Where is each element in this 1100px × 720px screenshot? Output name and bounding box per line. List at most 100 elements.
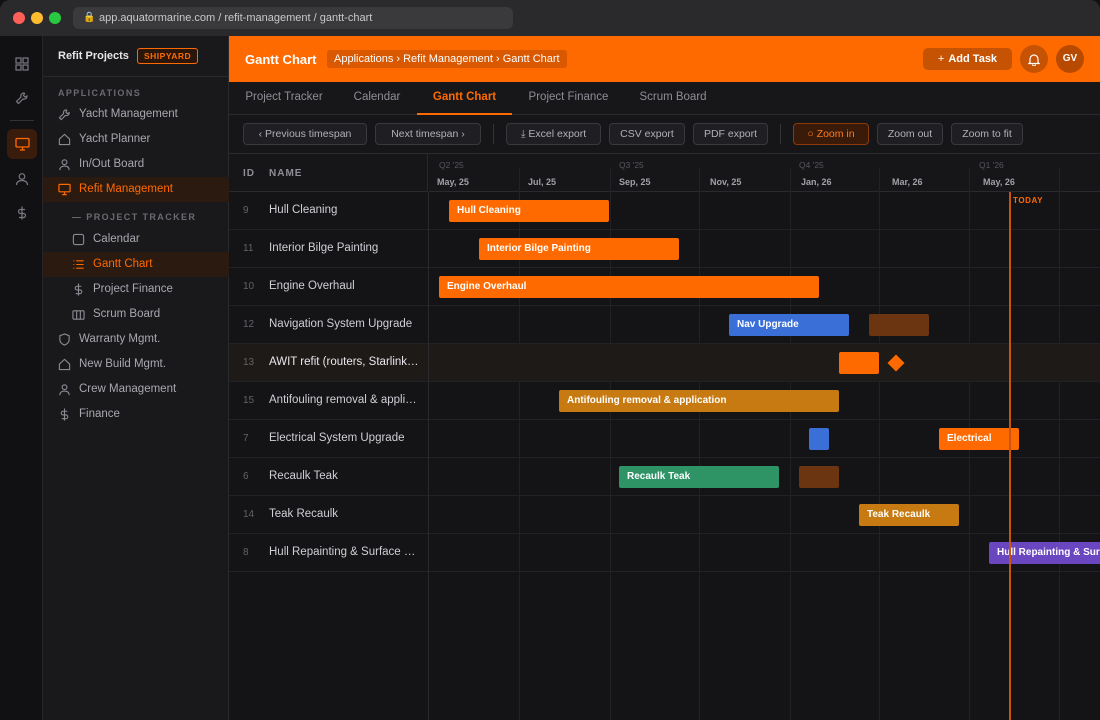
table-row[interactable]: 7 Electrical System Upgrade [229,420,428,458]
shield-icon [59,333,70,346]
sidebar-item-project-finance[interactable]: Project Finance [43,277,229,302]
sidebar-item-yacht-management[interactable]: Yacht Management [43,102,229,127]
next-timespan-label: Next timespan [391,128,459,140]
task-id: 8 [243,547,249,558]
today-label: TODAY [1013,196,1044,205]
maximize-window-button[interactable] [49,12,61,24]
sidebar-item-yacht-planner[interactable]: Yacht Planner [43,127,229,152]
task-name: Teak Recaulk [269,508,339,520]
sidebar-item-label: Crew Management [79,383,177,395]
page-header: Gantt Chart Applications › Refit Managem… [229,36,1100,82]
sidebar-item-label: In/Out Board [79,158,145,170]
tab-bar: Project Tracker Calendar Gantt Chart Pro… [229,82,1100,115]
sidebar-item-label: New Build Mgmt. [79,358,166,370]
sidebar-item-label: Finance [79,408,120,420]
app-window: 🔒 app.aquatormarine.com / refit-manageme… [0,0,1100,720]
task-bar[interactable]: Interior Bilge Painting [479,238,679,260]
task-id: 14 [243,509,255,520]
table-row[interactable]: 6 Recaulk Teak [229,458,428,496]
table-row[interactable]: 14 Teak Recaulk [229,496,428,534]
task-bar[interactable]: Nav Upgrade [729,314,849,336]
icon-rail [0,36,43,720]
zoom-in-button[interactable]: ○ Zoom in [793,123,869,145]
zoom-out-button[interactable]: Zoom out [877,123,943,145]
avatar[interactable]: GV [1056,45,1084,73]
breadcrumb[interactable]: Applications › Refit Management › Gantt … [327,50,567,68]
add-task-button[interactable]: + Add Task [923,48,1012,70]
task-bar[interactable]: Teak Recaulk [859,504,959,526]
sidebar-item-calendar[interactable]: Calendar [43,227,229,252]
timeline-header: May, 25 Jul, 25 Sep, 25 Nov, 25 Jan, 26 Mar, … [429,154,1100,192]
next-timespan-button[interactable]: Next timespan › [375,123,481,145]
sidebar-item-label: Calendar [93,233,140,245]
month-label: Sep, 25 [619,177,651,187]
task-bar[interactable]: Electrical [939,428,1019,450]
tab-calendar[interactable]: Calendar [339,82,415,115]
previous-timespan-button[interactable]: ‹ Previous timespan [243,123,367,145]
sidebar-item-label: Project Finance [93,283,173,295]
rail-grid-button[interactable] [7,49,37,79]
task-bar[interactable]: Recaulk Teak [619,466,779,488]
table-row[interactable]: 12 Navigation System Upgrade [229,306,428,344]
table-row[interactable]: 8 Hull Repainting & Surface Prep [229,534,428,572]
pdf-export-button[interactable]: PDF export [693,123,768,145]
task-name: Navigation System Upgrade [269,318,413,330]
close-window-button[interactable] [13,12,25,24]
tab-gantt-chart[interactable]: Gantt Chart [417,82,512,115]
bell-icon [1028,53,1040,66]
rail-tools-button[interactable] [7,83,37,113]
baseline-bar[interactable] [809,428,829,450]
zoom-to-fit-button[interactable]: Zoom to fit [951,123,1023,145]
task-bar[interactable]: Antifouling removal & application [559,390,839,412]
sidebar-item-in-out-board[interactable]: In/Out Board [43,152,229,177]
month-label: May, 26 [983,177,1015,187]
baseline-bar[interactable] [869,314,929,336]
table-row[interactable]: 11 Interior Bilge Painting [229,230,428,268]
previous-timespan-label: Previous timespan [265,128,352,140]
task-bar[interactable]: Hull Repainting & Surface Prep [989,542,1100,564]
task-bar[interactable] [839,352,879,374]
table-row[interactable]: 13 AWIT refit (routers, Starlink, ... [229,344,428,382]
csv-export-button[interactable]: CSV export [609,123,685,145]
rail-finance-button[interactable] [7,198,37,228]
task-id: 11 [243,243,254,254]
sidebar-item-finance[interactable]: Finance [43,402,229,427]
sidebar-item-gantt-chart[interactable]: Gantt Chart [43,252,229,277]
chevron-right-icon: › [461,128,465,140]
task-bar[interactable]: Hull Cleaning [449,200,609,222]
task-bar[interactable]: Engine Overhaul [439,276,819,298]
month-label: Nov, 25 [710,177,742,187]
excel-export-button[interactable]: ⤓ Excel export [506,123,601,145]
sidebar-item-label: Scrum Board [93,308,161,320]
toolbar-divider [780,124,781,144]
sidebar-item-warranty[interactable]: Warranty Mgmt. [43,327,229,352]
sidebar-item-scrum-board[interactable]: Scrum Board [43,302,229,327]
column-header-name[interactable]: NAME [269,168,302,179]
dollar-icon [74,283,83,296]
task-id: 10 [243,281,255,292]
grid-icon [15,57,29,71]
task-name: AWIT refit (routers, Starlink, ... [269,356,419,368]
rail-refit-button[interactable] [7,129,37,159]
tab-scrum-board[interactable]: Scrum Board [625,82,721,115]
minimize-window-button[interactable] [31,12,43,24]
address-bar[interactable]: 🔒 app.aquatormarine.com / refit-manageme… [73,7,513,29]
tab-project-tracker[interactable]: Project Tracker [229,82,339,115]
month-label: May, 25 [437,177,469,187]
baseline-bar[interactable] [799,466,839,488]
table-row[interactable]: 9 Hull Cleaning [229,192,428,230]
notifications-button[interactable] [1020,45,1048,73]
rail-crew-button[interactable] [7,164,37,194]
sidebar-item-crew-management[interactable]: Crew Management [43,377,229,402]
tab-project-finance[interactable]: Project Finance [516,82,621,115]
sidebar-header: Refit Projects SHIPYARD [43,36,229,77]
table-row[interactable]: 10 Engine Overhaul [229,268,428,306]
sidebar-item-label: Warranty Mgmt. [79,333,161,345]
sidebar-item-refit-management[interactable]: Refit Management [43,177,229,202]
column-header-id[interactable]: ID [243,168,255,179]
sidebar-item-new-build[interactable]: New Build Mgmt. [43,352,229,377]
table-row[interactable]: 15 Antifouling removal & application [229,382,428,420]
task-id: 13 [243,357,255,368]
shipyard-badge: SHIPYARD [137,48,199,64]
quarter-label: Q2 '25 [439,160,464,170]
